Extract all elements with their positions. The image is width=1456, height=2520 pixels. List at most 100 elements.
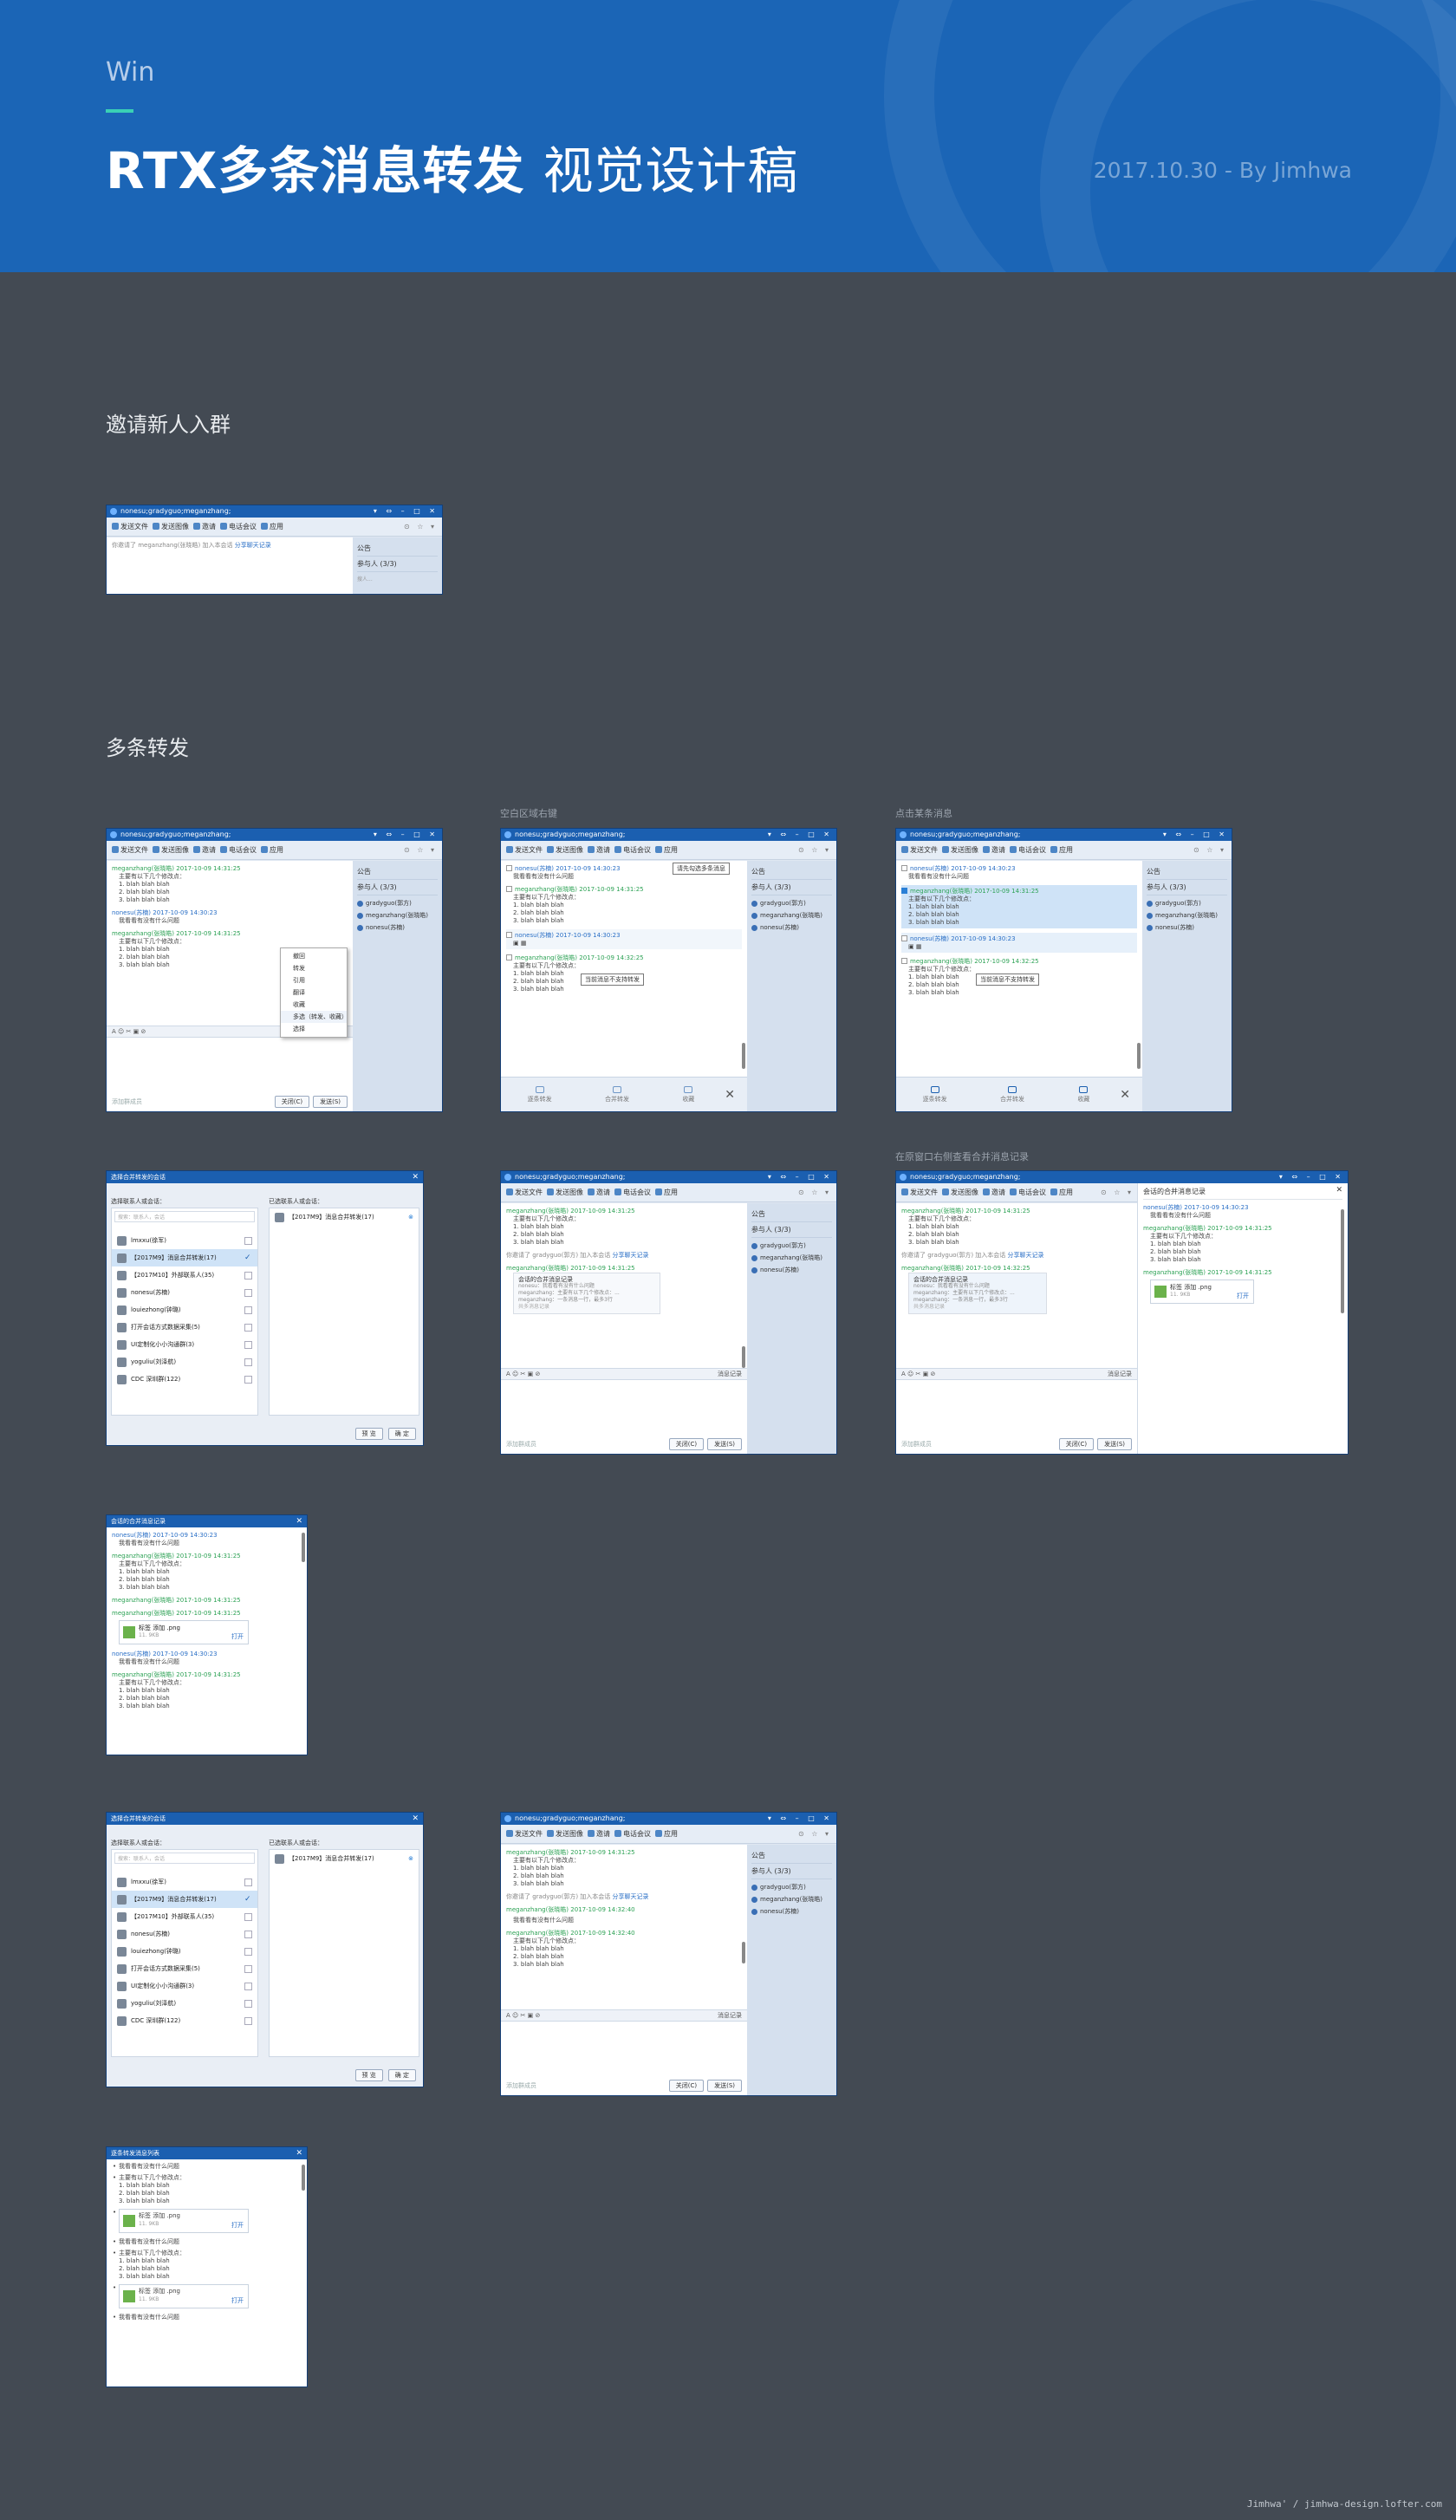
page-title: RTX多条消息转发 视觉设计稿: [106, 141, 799, 200]
menu-item-favorite[interactable]: 收藏: [281, 999, 347, 1011]
chat-window-invite: nonesu;gradyguo;meganzhang; ▾ ⇔ – □ ✕ 发送文…: [106, 505, 443, 595]
message-checkbox[interactable]: [506, 886, 512, 892]
contact-item[interactable]: CDC 深圳群(122): [112, 1371, 257, 1388]
favorite-button[interactable]: 收藏: [682, 1085, 694, 1104]
window-titlebar: nonesu;gradyguo;meganzhang; ▾ ⇔ – □ ✕: [107, 829, 442, 841]
caption-blank-right-click: 空白区域右键: [500, 808, 557, 819]
conference-button[interactable]: 电话会议: [220, 845, 257, 855]
member-item[interactable]: gradyguo(郭方): [357, 899, 438, 908]
message[interactable]: nonesu(苏楠) 2017-10-09 14:30:23 我看看有没有什么问题: [112, 908, 348, 925]
menu-item-multiselect[interactable]: 多选（转发、收藏）: [281, 1011, 348, 1023]
open-link[interactable]: 打开: [1237, 1292, 1249, 1300]
chat-window-merged: nonesu;gradyguo;meganzhang; ▾ ⇔ – □ ✕ 发送文…: [500, 1170, 837, 1455]
selected-item[interactable]: 【2017M9】消息合并转发(17) ⊗: [270, 1208, 419, 1226]
message-checkbox[interactable]: [506, 865, 512, 871]
close-icon[interactable]: ✕: [296, 1515, 302, 1527]
chat-window-forwarded: nonesu;gradyguo;meganzhang; ▾ ⇔ – □ ✕ 发送文…: [500, 1812, 837, 2096]
multiselect-action-bar: 逐条转发 合并转发 收藏 ✕: [501, 1077, 747, 1111]
context-menu: 撤回 转发 引用 翻译 收藏 多选（转发、收藏） 选择: [280, 947, 348, 1038]
dialog-titlebar: 选择合并转发的会话 ✕: [107, 1171, 423, 1183]
window-controls[interactable]: ▾ ⇔ – □ ✕: [374, 505, 439, 518]
window-titlebar: nonesu;gradyguo;meganzhang; ▾ ⇔ – □ ✕: [107, 505, 442, 518]
send-button[interactable]: 发送(S): [313, 1096, 348, 1108]
contact-item[interactable]: 【2017M9】消息合并转发(17) ✓: [112, 1249, 257, 1267]
chat-window-multiselect: nonesu;gradyguo;meganzhang; ▾ ⇔ – □ ✕ 发送文…: [500, 828, 837, 1112]
chat-window-selected: nonesu;gradyguo;meganzhang; ▾ ⇔ – □ ✕ 发送文…: [895, 828, 1232, 1112]
chat-window-context-menu: nonesu;gradyguo;meganzhang; ▾ ⇔ – □ ✕ 发送文…: [106, 828, 443, 1112]
select-conversation-dialog-2: 选择合并转发的会话 ✕ 选择联系人或会话： 已选联系人或会话： 搜索：联系人，会话…: [106, 1812, 424, 2087]
send-file-button[interactable]: 发送文件: [112, 845, 148, 855]
contact-list: 搜索：联系人，会话 lmxxu(徐军) 【2017M9】消息合并转发(17) ✓ …: [111, 1208, 258, 1416]
menu-item-recall[interactable]: 撤回: [281, 950, 347, 962]
file-card[interactable]: 标签 添加 .png 11. 9KB 打开: [119, 1620, 249, 1644]
send-image-button[interactable]: 发送图像: [153, 845, 189, 855]
member-sidebar: 公告 参与人 (3/3) gradyguo(郭方) meganzhang(张晓皓…: [353, 861, 442, 1111]
selected-list: 【2017M9】消息合并转发(17) ⊗: [269, 1208, 419, 1416]
contact-item[interactable]: yoguliu(刘泽航): [112, 1353, 257, 1371]
invite-button[interactable]: 邀请: [193, 845, 216, 855]
menu-item-forward[interactable]: 转发: [281, 962, 347, 974]
member-item[interactable]: meganzhang(张晓皓): [357, 911, 438, 920]
footer-credit: Jimhwa' / jimhwa-design.lofter.com: [1246, 2498, 1442, 2510]
send-file-button[interactable]: 发送文件: [112, 522, 148, 531]
caption-click-message: 点击某条消息: [895, 808, 952, 819]
send-image-button[interactable]: 发送图像: [153, 522, 189, 531]
apps-button[interactable]: 应用: [261, 845, 283, 855]
list-item: 我看看有没有什么问题: [112, 2163, 302, 2171]
list-item: 标签 添加 .png11. 9KB打开: [112, 2284, 302, 2308]
scrollbar[interactable]: [742, 1043, 745, 1069]
close-icon[interactable]: ✕: [412, 1171, 419, 1183]
contact-search-input[interactable]: 搜索：联系人，会话: [114, 1211, 255, 1222]
invite-button[interactable]: 邀请: [193, 522, 216, 531]
accent-line: [106, 109, 133, 113]
page-header: Win RTX多条消息转发 视觉设计稿 2017.10.30 - By Jimh…: [0, 0, 1456, 272]
close-multiselect-icon[interactable]: ✕: [725, 1088, 735, 1102]
conference-button[interactable]: 电话会议: [220, 522, 257, 531]
announcement-label: 公告: [357, 544, 438, 557]
contact-item[interactable]: 【2017M10】外部联系人(35): [112, 1267, 257, 1284]
caption-right-view: 在原窗口右侧查看合并消息记录: [895, 1151, 1029, 1162]
member-sidebar: 公告 参与人 (3/3) 搜人...: [353, 537, 442, 594]
file-card[interactable]: 标签 添加 .png 11. 9KB 打开: [1150, 1280, 1254, 1304]
menu-item-quote[interactable]: 引用: [281, 974, 347, 987]
participants-label: 参与人 (3/3): [357, 559, 438, 572]
close-panel-icon[interactable]: ✕: [1336, 1186, 1342, 1195]
ok-button[interactable]: 确 定: [387, 1428, 416, 1440]
message-checkbox[interactable]: [506, 932, 512, 938]
merged-record-dialog: 会话的合并消息记录 ✕ nonesu(苏楠) 2017-10-09 14:30:2…: [106, 1514, 308, 1755]
menu-item-translate[interactable]: 翻译: [281, 987, 347, 999]
menu-item-select[interactable]: 选择: [281, 1023, 347, 1035]
contact-item[interactable]: nonesu(苏楠): [112, 1284, 257, 1301]
list-item: 主要有以下几个修改点：1. blah blah blah2. blah blah…: [112, 2250, 302, 2281]
contact-item[interactable]: lmxxu(徐军): [112, 1232, 257, 1249]
share-history-link[interactable]: 分享聊天记录: [235, 542, 271, 549]
member-item[interactable]: nonesu(苏楠): [357, 923, 438, 932]
list-item: 我看看有没有什么问题: [112, 2238, 302, 2246]
chat-toolbar: 发送文件 发送图像 邀请 电话会议 应用 ⊙ ☆ ▾: [107, 841, 442, 860]
contact-item[interactable]: 打开会话方式数据采集(5): [112, 1319, 257, 1336]
preview-button[interactable]: 预 览: [354, 1428, 383, 1440]
panel-title: 会话的合并消息记录: [1143, 1187, 1342, 1200]
toolbar-right-icons[interactable]: ⊙ ☆ ▾: [404, 523, 437, 531]
system-message: 你邀请了 meganzhang(张晓皓) 加入本会话 分享聊天记录: [112, 542, 271, 549]
contact-item[interactable]: UI定制化小小沟通群(3): [112, 1336, 257, 1353]
tooltip-select-messages: 请先勾选多条消息: [673, 863, 730, 875]
add-member-hint: 添加群成员: [112, 1098, 142, 1105]
member-search[interactable]: 搜人...: [357, 575, 438, 583]
merge-forward-button[interactable]: 合并转发: [605, 1085, 629, 1104]
tooltip-not-supported: 当前消息不支持转发: [581, 973, 644, 986]
forward-one-by-one-button[interactable]: 逐条转发: [528, 1085, 552, 1104]
message-checkbox[interactable]: [506, 954, 512, 960]
chat-toolbar: 发送文件 发送图像 邀请 电话会议 应用 ⊙ ☆ ▾: [107, 518, 442, 537]
date-author: 2017.10.30 - By Jimhwa: [1093, 158, 1352, 183]
list-item: 我看看有没有什么问题: [112, 2314, 302, 2321]
merged-record-panel: 会话的合并消息记录 ✕ nonesu(苏楠) 2017-10-09 14:30:…: [1137, 1183, 1348, 1454]
platform-label: Win: [106, 57, 155, 88]
apps-button[interactable]: 应用: [261, 522, 283, 531]
merged-record-card[interactable]: 会话的合并消息记录 nonesu：我看看有没有什么问题 meganzhang：主要有…: [513, 1273, 660, 1314]
message[interactable]: meganzhang(张晓皓) 2017-10-09 14:31:25 主要有以下…: [112, 864, 348, 904]
close-button[interactable]: 关闭(C): [274, 1096, 310, 1108]
contact-item[interactable]: louiezhong(钟璐): [112, 1301, 257, 1319]
selected-message[interactable]: meganzhang(张晓皓) 2017-10-09 14:31:25 主要有以下…: [901, 885, 1137, 928]
section-forward-title: 多条转发: [106, 736, 189, 760]
